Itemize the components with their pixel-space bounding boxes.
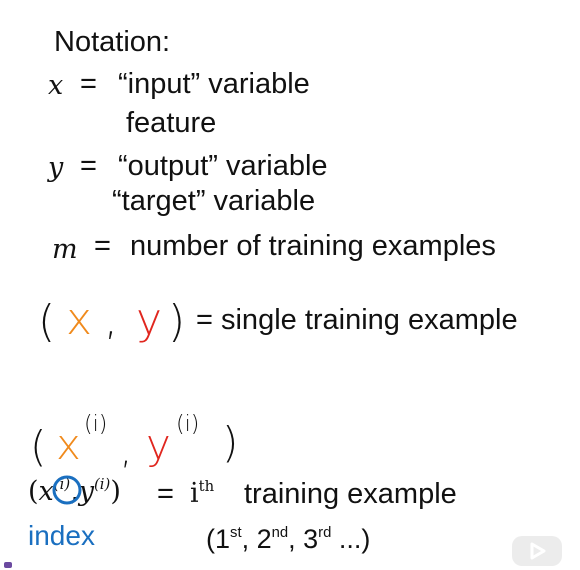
- hand-comma: ,: [120, 428, 133, 472]
- hand-x-superscript: (i): [84, 412, 108, 437]
- pair-y: y: [136, 294, 163, 345]
- hand-close-paren: ): [222, 418, 239, 467]
- hand-x: x: [56, 420, 81, 469]
- ordinal-close: ...): [331, 524, 371, 554]
- pair-close-paren: ): [168, 296, 186, 347]
- ith-y-superscript: (i): [93, 474, 111, 493]
- ordinal-2: , 2: [241, 524, 272, 554]
- notation-heading: Notation:: [54, 26, 171, 58]
- pair-description: = single training example: [196, 304, 518, 336]
- m-description: number of training examples: [130, 230, 496, 262]
- index-circle-annotation: [52, 475, 82, 505]
- ith-i: i: [190, 478, 199, 509]
- ordinals-list: (1st, 2nd, 3rd ...): [206, 524, 370, 555]
- hand-y: y: [146, 420, 171, 469]
- ith-description: training example: [244, 478, 457, 510]
- m-symbol: m: [52, 234, 78, 265]
- ith-close-paren: ): [110, 476, 121, 507]
- play-button[interactable]: [512, 536, 562, 566]
- ith-open-paren: (: [28, 476, 39, 507]
- x-symbol: x: [48, 70, 64, 101]
- ith-label: ith: [190, 478, 214, 509]
- y-symbol: y: [48, 152, 64, 183]
- ordinal-nd: nd: [271, 524, 289, 541]
- ordinal-1: (1: [206, 524, 231, 554]
- ordinal-rd: rd: [318, 524, 332, 541]
- ith-equals: =: [157, 478, 174, 510]
- play-icon: [530, 542, 546, 560]
- slide: Notation: x = “input” variable feature y…: [0, 0, 580, 570]
- hand-open-paren: (: [30, 422, 47, 471]
- y-description: “output” variable: [118, 150, 328, 182]
- x-equals: =: [80, 68, 97, 100]
- ordinal-st: st: [230, 524, 242, 541]
- pair-open-paren: (: [38, 296, 56, 347]
- ordinal-3: , 3: [288, 524, 319, 554]
- pair-x: x: [66, 294, 93, 345]
- pair-comma: ,: [104, 294, 118, 345]
- corner-mark: [4, 562, 12, 568]
- x-description: “input” variable: [118, 68, 310, 100]
- index-annotation: index: [28, 520, 95, 551]
- y-equals: =: [80, 150, 97, 182]
- x-description-feature: feature: [126, 107, 217, 139]
- y-description-target: “target” variable: [112, 185, 316, 217]
- m-equals: =: [94, 230, 111, 262]
- ith-th: th: [198, 476, 215, 495]
- hand-y-superscript: (i): [176, 412, 200, 437]
